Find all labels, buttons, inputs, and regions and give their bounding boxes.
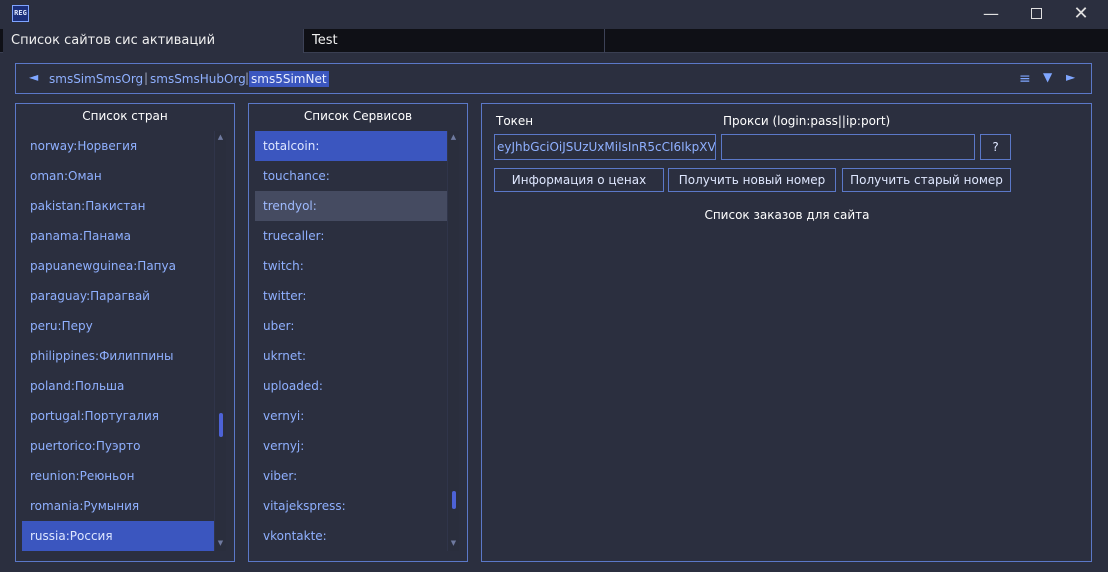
services-scrollbar[interactable]: ▲ ▼ [447,131,459,551]
close-button[interactable]: ✕ [1058,0,1104,28]
list-item[interactable]: twitter: [255,281,447,311]
orders-list-title: Список заказов для сайта [704,208,870,222]
list-item[interactable]: truecaller: [255,221,447,251]
scroll-up-icon[interactable]: ▲ [215,133,226,141]
proxy-label: Прокси (login:pass||ip:port) [723,114,891,128]
app-logo-icon: REG [12,5,29,22]
window-titlebar: REG — ✕ [0,0,1108,28]
provider-sms5simnet[interactable]: sms5SimNet [249,71,329,87]
countries-scrollbar[interactable]: ▲ ▼ [214,131,226,551]
maximize-button[interactable] [1013,0,1059,28]
list-item[interactable]: uber: [255,311,447,341]
provider-smssmshuborg[interactable]: smsSmsHubOrg [150,72,246,86]
get-new-number-button[interactable]: Получить новый номер [668,168,836,192]
list-item[interactable]: viber: [255,461,447,491]
price-info-button[interactable]: Информация о ценах [494,168,664,192]
list-item[interactable]: vernyi: [255,401,447,431]
services-panel-title: Список Сервисов [303,109,413,123]
list-item[interactable]: paraguay:Парагвай [22,281,214,311]
list-item[interactable]: vernyj: [255,431,447,461]
token-input[interactable]: eyJhbGciOiJSUzUxMiIsInR5cCI6IkpXVC [494,134,716,160]
provider-smssimsmsorg[interactable]: smsSimSmsOrg [49,72,143,86]
list-item[interactable]: romania:Румыния [22,491,214,521]
scroll-up-icon[interactable]: ▲ [448,133,459,141]
list-item[interactable]: philippines:Филиппины [22,341,214,371]
services-panel: Список Сервисов totalcoin: touchance: tr… [248,103,468,562]
countries-panel: Список стран norway:Норвегия oman:Оман p… [15,103,235,562]
services-list[interactable]: totalcoin: touchance: trendyol: truecall… [255,131,447,551]
dropdown-arrow-icon[interactable]: ▼ [1043,70,1052,84]
list-item[interactable]: ukrnet: [255,341,447,371]
list-item[interactable]: touchance: [255,161,447,191]
help-button[interactable]: ? [980,134,1011,160]
list-item[interactable]: uploaded: [255,371,447,401]
prev-arrow-icon[interactable]: ◄ [29,70,38,84]
list-item[interactable]: peru:Перу [22,311,214,341]
provider-selector-bar: ◄ smsSimSmsOrg | smsSmsHubOrg | sms5SimN… [15,63,1092,94]
list-item[interactable]: norway:Норвегия [22,131,214,161]
list-item[interactable]: oman:Оман [22,161,214,191]
tab-test[interactable]: Test [303,29,605,53]
list-item[interactable]: twitch: [255,251,447,281]
list-item[interactable]: vkontakte: [255,521,447,551]
list-item[interactable]: vitajekspress: [255,491,447,521]
countries-panel-title: Список стран [82,109,168,123]
list-item[interactable]: portugal:Португалия [22,401,214,431]
list-item[interactable]: panama:Панама [22,221,214,251]
list-item-hovered[interactable]: trendyol: [255,191,447,221]
list-item[interactable]: puertorico:Пуэрто [22,431,214,461]
provider-separator: | [144,71,149,85]
tab-activation-sites[interactable]: Список сайтов сис активаций [3,29,303,53]
proxy-input[interactable] [721,134,975,160]
menu-icon[interactable]: ≡ [1019,71,1031,87]
list-item[interactable]: pakistan:Пакистан [22,191,214,221]
token-label: Токен [496,114,534,128]
scroll-thumb[interactable] [452,491,456,509]
get-old-number-button[interactable]: Получить старый номер [842,168,1011,192]
list-item-selected[interactable]: totalcoin: [255,131,447,161]
list-item[interactable]: reunion:Реюньон [22,461,214,491]
minimize-button[interactable]: — [968,0,1014,28]
countries-list[interactable]: norway:Норвегия oman:Оман pakistan:Пакис… [22,131,214,551]
list-item-selected[interactable]: russia:Россия [22,521,214,551]
tab-bar: Список сайтов сис активаций Test [0,29,1108,53]
list-item[interactable]: poland:Польша [22,371,214,401]
next-arrow-icon[interactable]: ► [1066,70,1075,84]
scroll-thumb[interactable] [219,413,223,437]
scroll-down-icon[interactable]: ▼ [215,539,226,547]
scroll-down-icon[interactable]: ▼ [448,539,459,547]
list-item[interactable]: papuanewguinea:Папуа [22,251,214,281]
maximize-icon [1030,7,1042,19]
